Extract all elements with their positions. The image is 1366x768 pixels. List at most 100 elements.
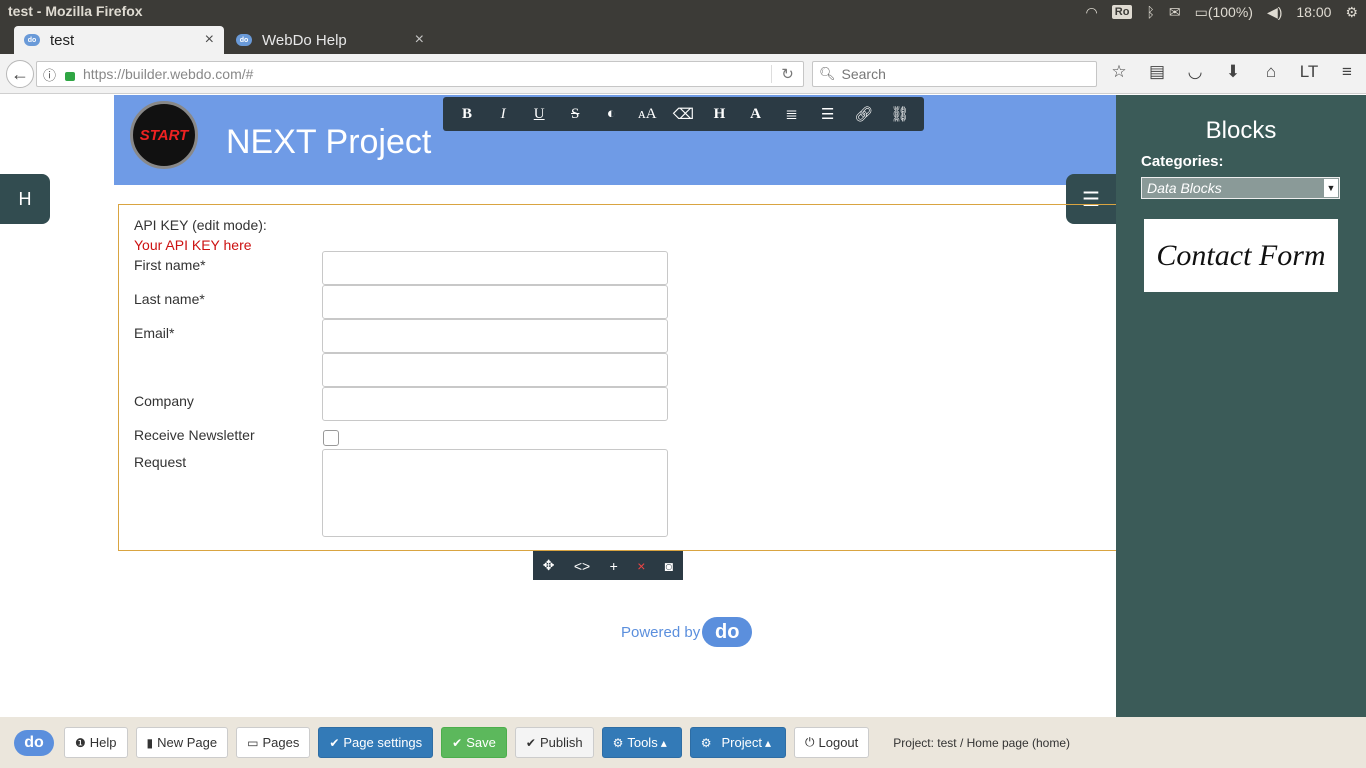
- search-placeholder: Search: [841, 66, 886, 82]
- align-justify-icon[interactable]: ≣: [777, 105, 807, 124]
- gear-icon: ⚙: [612, 735, 624, 750]
- contact-form-block-thumbnail[interactable]: Contact Form: [1144, 219, 1338, 292]
- move-icon[interactable]: ✥: [543, 557, 555, 574]
- bookmark-star-icon[interactable]: ☆: [1108, 62, 1130, 82]
- url-bar[interactable]: ⓘ https://builder.webdo.com/# ↻: [36, 61, 804, 87]
- email-confirm-field[interactable]: [322, 353, 668, 387]
- volume-icon[interactable]: ◀): [1267, 4, 1282, 21]
- mail-icon[interactable]: ✉: [1169, 4, 1181, 21]
- eraser-icon[interactable]: ⌫: [668, 105, 698, 124]
- battery-icon: ▭: [1194, 3, 1208, 20]
- page-settings-button[interactable]: ✔ Page settings: [318, 727, 434, 758]
- newsletter-checkbox[interactable]: [323, 430, 339, 446]
- tab-webdo-help[interactable]: do WebDo Help ×: [226, 26, 434, 54]
- pocket-icon[interactable]: ◡: [1184, 62, 1206, 82]
- categories-label: Categories:: [1141, 153, 1224, 170]
- info-icon[interactable]: ⓘ: [43, 65, 61, 84]
- api-key-label: API KEY (edit mode):: [134, 217, 267, 233]
- powered-by-footer[interactable]: Powered by do: [621, 617, 753, 647]
- webdo-logo[interactable]: do: [14, 729, 54, 756]
- tools-button[interactable]: ⚙ Tools ▴: [601, 727, 682, 758]
- delete-x-icon[interactable]: ×: [637, 558, 645, 574]
- languagetool-icon[interactable]: LT: [1298, 62, 1320, 82]
- browser-tab-strip: do test × do WebDo Help × +: [0, 24, 1366, 77]
- last-name-label: Last name*: [134, 291, 205, 307]
- battery-percentage: (100%): [1207, 3, 1253, 20]
- code-icon[interactable]: <>: [574, 558, 590, 574]
- settings-gear-icon[interactable]: ⚙: [1345, 4, 1358, 21]
- api-key-value[interactable]: Your API KEY here: [134, 237, 252, 253]
- site-logo[interactable]: START: [130, 101, 198, 169]
- text-format-toolbar: B I U S ◐ ᴀA ⌫ H A ≣ ☰ 🔗︎ ⛓: [443, 97, 924, 131]
- reader-list-icon[interactable]: ▤: [1146, 62, 1168, 82]
- site-title[interactable]: NEXT Project: [226, 123, 431, 162]
- block-edit-toolbar: ✥ <> + × ◙: [533, 551, 683, 580]
- inbox-icon: ▭: [247, 735, 259, 750]
- publish-button[interactable]: ✔ Publish: [514, 727, 594, 758]
- tab-test[interactable]: do test ×: [14, 26, 224, 54]
- category-select-value: Data Blocks: [1147, 180, 1222, 196]
- battery-indicator[interactable]: ▭(100%): [1195, 4, 1253, 21]
- powered-by-text: Powered by: [621, 623, 701, 641]
- tab-close-icon[interactable]: ×: [415, 31, 424, 49]
- info-circle-icon: ❶: [75, 735, 86, 750]
- caret-up-icon: ▴: [764, 735, 771, 750]
- first-name-field[interactable]: [322, 251, 668, 285]
- lock-icon[interactable]: [65, 71, 75, 81]
- tab-close-icon[interactable]: ×: [205, 31, 214, 49]
- newsletter-label: Receive Newsletter: [134, 427, 255, 443]
- font-size-icon[interactable]: ᴀA: [632, 106, 662, 123]
- page-settings-button-label: Page settings: [343, 735, 423, 750]
- window-title: test - Mozilla Firefox: [8, 3, 143, 19]
- request-textarea[interactable]: [322, 449, 668, 537]
- email-field[interactable]: [322, 319, 668, 353]
- file-icon: ▮: [146, 735, 154, 750]
- url-text[interactable]: https://builder.webdo.com/#: [83, 66, 771, 82]
- download-arrow-icon[interactable]: ⬇: [1222, 62, 1244, 82]
- check-icon: ✔: [452, 735, 463, 750]
- underline-icon[interactable]: U: [524, 106, 554, 123]
- builder-bottom-toolbar: do ❶ Help ▮ New Page ▭ Pages ✔ Page settings…: [0, 717, 1366, 768]
- category-select[interactable]: Data Blocks ▼: [1141, 177, 1340, 199]
- caret-up-icon: ▴: [660, 735, 667, 750]
- italic-icon[interactable]: I: [488, 106, 518, 123]
- contrast-icon[interactable]: ◐: [596, 106, 626, 123]
- wifi-icon[interactable]: ◠: [1086, 4, 1098, 21]
- logout-button[interactable]: ⏻ Logout: [794, 727, 870, 758]
- add-icon[interactable]: +: [610, 558, 618, 574]
- clock[interactable]: 18:00: [1296, 4, 1331, 20]
- keyboard-layout-indicator[interactable]: Ro: [1111, 5, 1133, 19]
- side-tab-h[interactable]: H: [0, 174, 50, 224]
- strikethrough-icon[interactable]: S: [560, 106, 590, 123]
- browser-nav-bar: ← ⓘ https://builder.webdo.com/# ↻ 🔍︎ Sea…: [0, 54, 1366, 94]
- email-label: Email*: [134, 325, 175, 341]
- camera-icon[interactable]: ◙: [665, 558, 673, 574]
- webdo-favicon-icon: do: [236, 34, 252, 46]
- font-color-icon[interactable]: A: [741, 106, 771, 123]
- new-page-button[interactable]: ▮ New Page: [135, 727, 229, 758]
- hamburger-menu-icon[interactable]: ≡: [1336, 62, 1358, 82]
- last-name-field[interactable]: [322, 285, 668, 319]
- list-icon[interactable]: ☰: [813, 105, 843, 124]
- company-label: Company: [134, 393, 194, 409]
- back-arrow-icon[interactable]: ←: [6, 60, 34, 88]
- company-field[interactable]: [322, 387, 668, 421]
- bold-icon[interactable]: B: [452, 106, 482, 123]
- dropdown-arrow-icon[interactable]: ▼: [1324, 179, 1338, 197]
- help-button[interactable]: ❶ Help: [64, 727, 128, 758]
- nav-toolbar-icons: ☆ ▤ ◡ ⬇ ⌂ LT ≡: [1108, 62, 1358, 82]
- search-input[interactable]: 🔍︎ Search: [812, 61, 1097, 87]
- check-icon: ✔: [525, 735, 536, 750]
- reload-icon[interactable]: ↻: [771, 65, 803, 83]
- save-button[interactable]: ✔ Save: [441, 727, 507, 758]
- logout-button-label: Logout: [818, 735, 859, 750]
- pages-button[interactable]: ▭ Pages: [236, 727, 311, 758]
- project-button[interactable]: ⚙ Project ▴: [689, 727, 786, 758]
- project-button-label: Project: [721, 735, 762, 750]
- contact-form-block[interactable]: API KEY (edit mode): Your API KEY here F…: [118, 204, 1116, 551]
- heading-icon[interactable]: H: [704, 106, 734, 123]
- home-icon[interactable]: ⌂: [1260, 62, 1282, 82]
- bluetooth-icon[interactable]: ᛒ: [1146, 4, 1154, 20]
- link-icon[interactable]: 🔗︎: [849, 105, 879, 124]
- unlink-icon[interactable]: ⛓: [885, 105, 915, 124]
